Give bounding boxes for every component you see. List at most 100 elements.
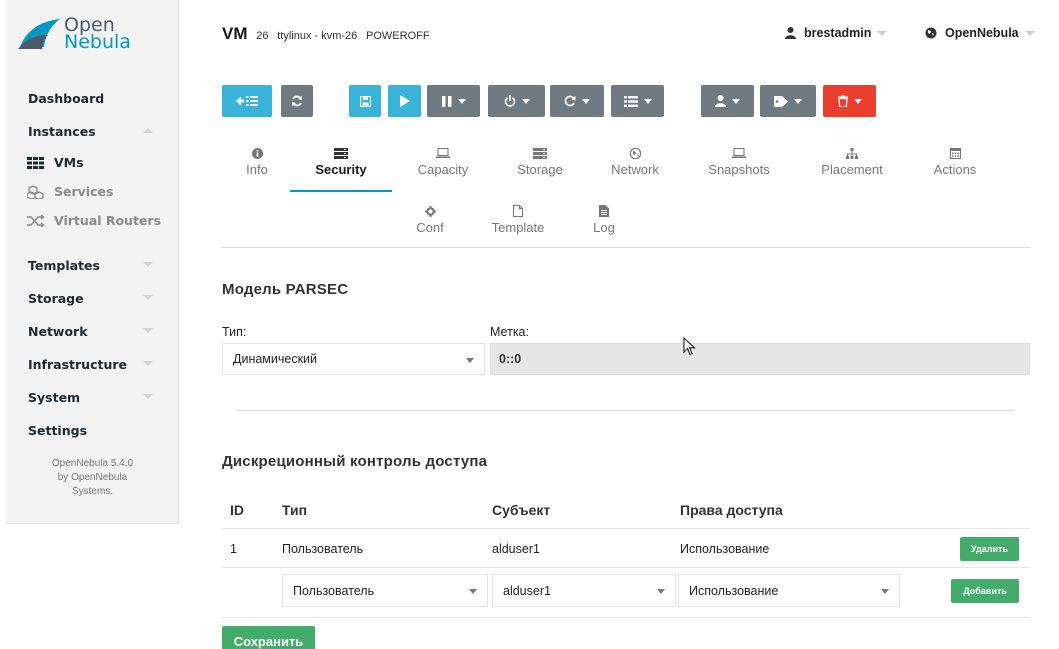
sidebar-item-label: Infrastructure (28, 357, 127, 372)
parsec-mark-field[interactable]: 0::0 (490, 343, 1030, 375)
laptop-icon (732, 146, 746, 160)
new-rule-rights-value: Использование (689, 583, 779, 598)
version-line: OpenNebula 5.4.0 (51, 458, 134, 469)
trash-icon (837, 95, 848, 107)
add-rule-button[interactable]: Добавить (951, 579, 1019, 603)
zone-name: OpenNebula (945, 26, 1019, 40)
sidebar-item-storage[interactable]: Storage (6, 282, 179, 315)
vm-name: ttylinux - kvm-26 (277, 30, 358, 42)
cubes-icon (26, 184, 46, 199)
zone-menu[interactable]: OpenNebula (925, 26, 1035, 40)
delete-rule-button[interactable]: Удалить (960, 537, 1019, 561)
list-icon (623, 95, 638, 107)
tab-placement[interactable]: Placement (810, 146, 894, 177)
laptop-icon (436, 146, 450, 160)
tab-log[interactable]: Log (588, 204, 620, 235)
labels-menu-button[interactable] (760, 85, 816, 117)
tab-label: Log (593, 220, 615, 235)
sidebar-item-label: System (28, 390, 81, 405)
parsec-type-select[interactable]: Динамический (222, 343, 485, 375)
calendar-icon (949, 146, 961, 160)
logo-line2: Nebula (64, 31, 131, 53)
tab-label: Network (611, 162, 659, 177)
chevron-down-icon (143, 394, 153, 399)
sidebar-item-label: Storage (28, 291, 84, 306)
sidebar-item-system[interactable]: System (6, 381, 179, 414)
user-menu[interactable]: brestadmin (785, 26, 888, 40)
sidebar-item-templates[interactable]: Templates (6, 249, 179, 282)
refresh-button[interactable] (281, 85, 313, 117)
parsec-type-value: Динамический (233, 352, 318, 366)
sidebar-item-label: VMs (54, 155, 84, 170)
new-rule-subject-select[interactable]: alduser1 (492, 574, 676, 607)
tab-security[interactable]: Security (298, 146, 384, 177)
column-header-rights: Права доступа (680, 502, 783, 518)
sidebar-item-label: Virtual Routers (54, 213, 162, 228)
tab-label: Info (246, 162, 268, 177)
chevron-down-icon (853, 98, 862, 104)
sidebar-item-services[interactable]: Services (6, 177, 179, 206)
user-name: brestadmin (804, 26, 872, 40)
new-rule-type-select[interactable]: Пользователь (282, 574, 488, 607)
sidebar: Open Nebula Dashboard Instances VMs Serv… (6, 0, 179, 524)
chevron-down-icon (881, 589, 889, 594)
server-icon (334, 146, 348, 160)
new-rule-rights-select[interactable]: Использование (678, 574, 900, 607)
back-list-icon (236, 95, 258, 107)
tab-network[interactable]: Network (602, 146, 668, 177)
save-state-button[interactable] (349, 85, 381, 117)
tab-template[interactable]: Template (484, 204, 552, 235)
tab-label: Conf (416, 220, 444, 235)
tab-conf[interactable]: Conf (412, 204, 448, 235)
sidebar-item-label: Network (28, 324, 88, 339)
save-button[interactable]: Сохранить (222, 626, 315, 649)
tab-actions[interactable]: Actions (925, 146, 985, 177)
back-to-list-button[interactable] (222, 85, 272, 117)
column-header-type: Тип (282, 502, 308, 518)
sidebar-item-virtual-routers[interactable]: Virtual Routers (6, 206, 179, 235)
sidebar-item-settings[interactable]: Settings (6, 414, 179, 447)
sidebar-nav: Dashboard Instances VMs Services Virtual… (6, 82, 179, 447)
chevron-down-icon (657, 589, 665, 594)
tab-storage[interactable]: Storage (508, 146, 572, 177)
tab-capacity[interactable]: Capacity (408, 146, 478, 177)
power-icon (504, 95, 516, 107)
change-owner-button[interactable] (701, 85, 754, 117)
list-menu-button[interactable] (611, 85, 664, 117)
sidebar-item-infrastructure[interactable]: Infrastructure (6, 348, 179, 381)
sitemap-icon (846, 146, 858, 160)
tab-label: Actions (933, 162, 977, 177)
refresh-icon (291, 95, 303, 107)
tab-label: Placement (821, 162, 883, 177)
power-menu-button[interactable] (488, 85, 545, 117)
opennebula-logo[interactable]: Open Nebula (16, 12, 156, 56)
active-tab-indicator (290, 190, 392, 192)
chevron-down-icon (143, 361, 153, 366)
sidebar-item-label: Services (54, 184, 114, 199)
chevron-down-icon (143, 328, 153, 333)
sidebar-item-instances[interactable]: Instances (6, 115, 179, 148)
chevron-down-icon (143, 295, 153, 300)
tab-label: Security (315, 162, 367, 177)
floppy-icon (359, 95, 371, 107)
globe-icon (925, 27, 937, 39)
vm-id: 26 (256, 30, 269, 42)
play-button[interactable] (388, 85, 421, 117)
sidebar-item-dashboard[interactable]: Dashboard (6, 82, 179, 115)
chevron-down-icon (469, 589, 477, 594)
tab-snapshots[interactable]: Snapshots (697, 146, 781, 177)
delete-menu-button[interactable] (823, 85, 876, 117)
pause-menu-button[interactable] (427, 85, 480, 117)
parsec-mark-value: 0::0 (499, 352, 522, 366)
tab-info[interactable]: Info (242, 146, 272, 177)
user-icon (785, 27, 796, 39)
cell-id: 1 (230, 542, 237, 556)
reboot-menu-button[interactable] (550, 85, 604, 117)
sidebar-item-network[interactable]: Network (6, 315, 179, 348)
info-icon (251, 146, 263, 160)
sidebar-item-vms[interactable]: VMs (6, 148, 179, 177)
sidebar-item-label: Dashboard (28, 91, 105, 106)
chevron-down-icon (457, 98, 466, 104)
pause-icon (441, 95, 452, 107)
table-bottom-rule (222, 617, 1030, 618)
